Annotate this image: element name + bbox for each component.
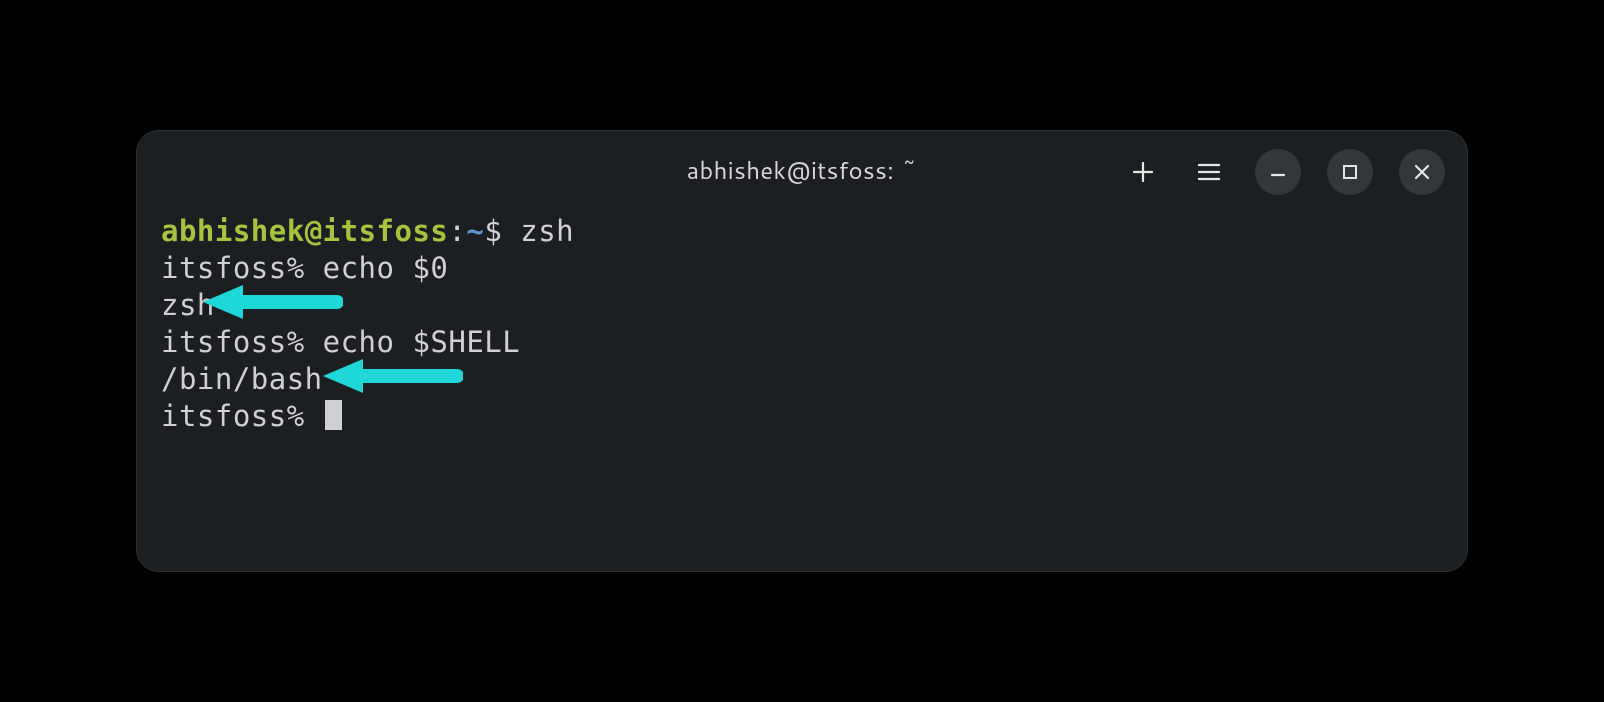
terminal-line: abhishek@itsfoss:~$ zsh	[161, 213, 1443, 250]
prompt-host: itsfoss	[323, 214, 449, 248]
zsh-prompt: itsfoss%	[161, 251, 323, 285]
terminal-line: itsfoss% echo $SHELL	[161, 324, 1443, 361]
command-text: echo $SHELL	[323, 325, 521, 359]
command-text: zsh	[520, 214, 574, 248]
hamburger-icon	[1198, 163, 1220, 181]
maximize-icon	[1341, 163, 1359, 181]
output-text: /bin/bash	[161, 362, 323, 396]
minimize-icon	[1269, 163, 1287, 181]
prompt-user: abhishek	[161, 214, 305, 248]
hamburger-menu-button[interactable]	[1189, 152, 1229, 192]
zsh-prompt: itsfoss%	[161, 325, 323, 359]
maximize-button[interactable]	[1327, 149, 1373, 195]
terminal-output: zsh	[161, 287, 1443, 324]
terminal-line: itsfoss%	[161, 398, 1443, 435]
minimize-button[interactable]	[1255, 149, 1301, 195]
terminal-line: itsfoss% echo $0	[161, 250, 1443, 287]
close-icon	[1413, 163, 1431, 181]
prompt-dollar: $	[484, 214, 520, 248]
prompt-colon: :	[448, 214, 466, 248]
terminal-output: /bin/bash	[161, 361, 1443, 398]
title-controls	[1123, 149, 1445, 195]
prompt-path: ~	[466, 214, 484, 248]
terminal-body[interactable]: abhishek@itsfoss:~$ zsh itsfoss% echo $0…	[137, 209, 1467, 435]
output-text: zsh	[161, 288, 215, 322]
prompt-at: @	[305, 214, 323, 248]
command-text: echo $0	[323, 251, 449, 285]
terminal-window: abhishek@itsfoss: ~	[137, 131, 1467, 571]
close-button[interactable]	[1399, 149, 1445, 195]
titlebar: abhishek@itsfoss: ~	[137, 131, 1467, 209]
window-title: abhishek@itsfoss: ~	[687, 153, 918, 187]
zsh-prompt: itsfoss%	[161, 399, 323, 433]
plus-icon	[1132, 161, 1154, 183]
terminal-cursor	[325, 400, 342, 430]
new-tab-button[interactable]	[1123, 152, 1163, 192]
